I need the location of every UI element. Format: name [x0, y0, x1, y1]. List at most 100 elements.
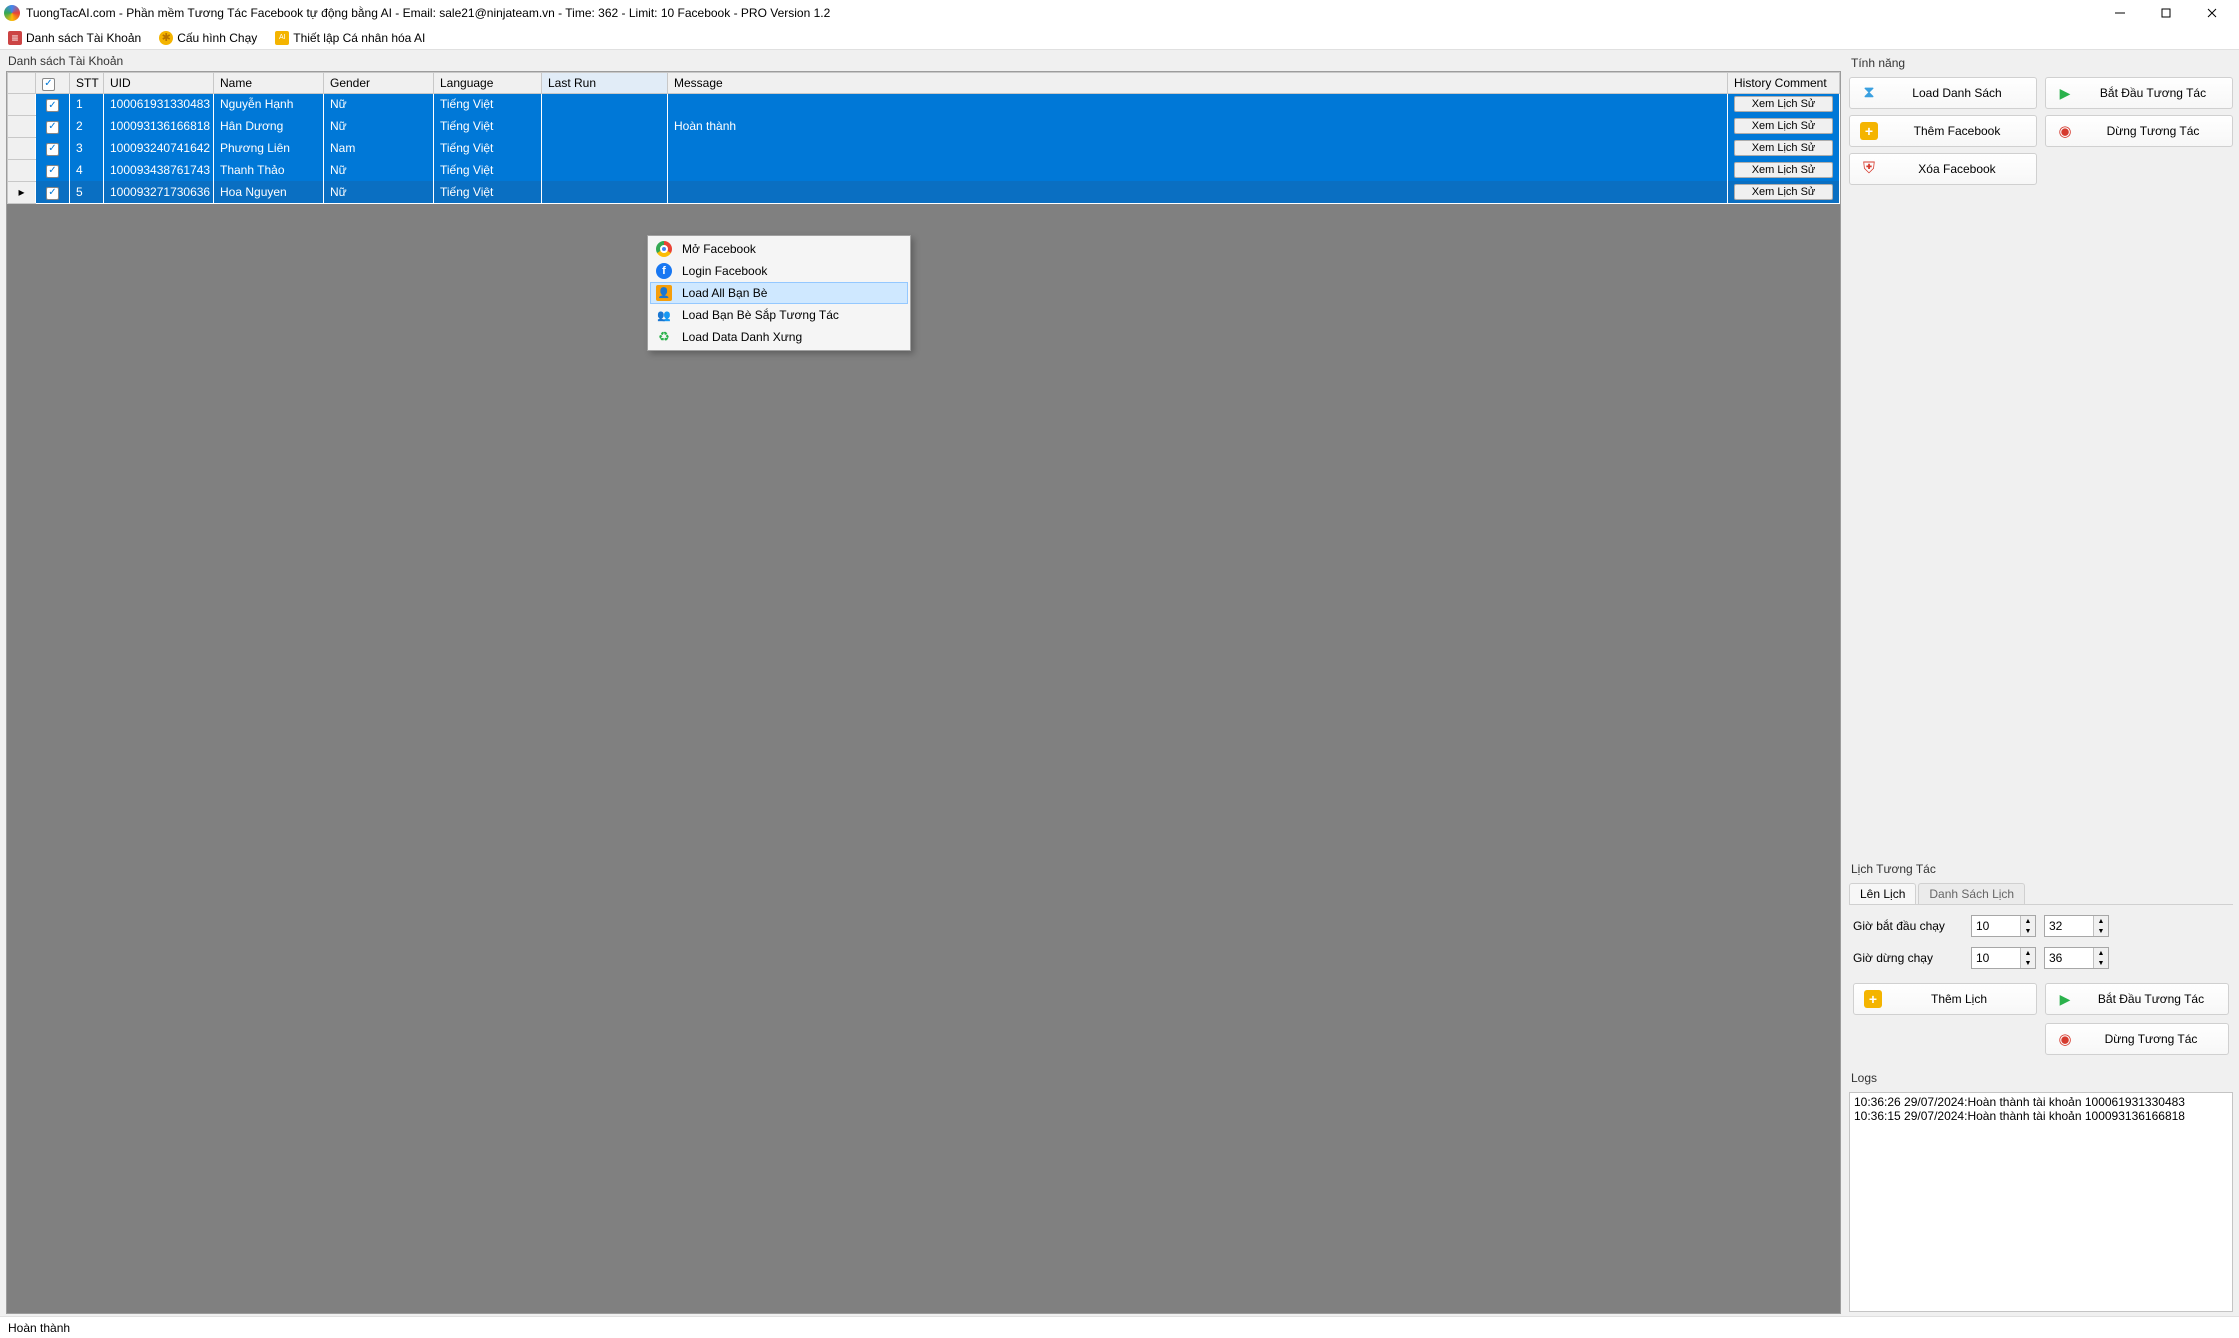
cell-stt: 5 [70, 181, 104, 203]
col-uid[interactable]: UID [104, 73, 214, 94]
view-history-button[interactable]: Xem Lịch Sử [1734, 118, 1833, 134]
row-checkbox[interactable] [46, 121, 59, 134]
start-minute-spinner[interactable]: ▲▼ [2044, 915, 2109, 937]
col-last-run[interactable]: Last Run [542, 73, 668, 94]
cell-history: Xem Lịch Sử [1728, 115, 1840, 137]
col-history[interactable]: History Comment [1728, 73, 1840, 94]
schedule-start-button[interactable]: Bắt Đầu Tương Tác [2045, 983, 2229, 1015]
row-checkbox-cell[interactable] [36, 181, 70, 203]
row-indicator: ▸ [8, 181, 36, 203]
load-list-label: Load Danh Sách [1888, 86, 2026, 100]
status-text: Hoàn thành [8, 1321, 70, 1335]
toolbar-run-config[interactable]: Cấu hình Chạy [155, 29, 261, 47]
row-checkbox[interactable] [46, 165, 59, 178]
col-message[interactable]: Message [668, 73, 1728, 94]
view-history-button[interactable]: Xem Lịch Sử [1734, 184, 1833, 200]
col-language[interactable]: Language [434, 73, 542, 94]
ctx-open-facebook[interactable]: Mở Facebook [650, 238, 908, 260]
view-history-button[interactable]: Xem Lịch Sử [1734, 140, 1833, 156]
schedule-stop-label: Dừng Tương Tác [2084, 1032, 2218, 1046]
tab-schedule-list[interactable]: Danh Sách Lịch [1918, 883, 2025, 904]
stop-hour-input[interactable] [1972, 951, 2020, 965]
accounts-grid[interactable]: STT UID Name Gender Language Last Run Me… [6, 71, 1841, 1314]
stop-hour-up[interactable]: ▲ [2021, 948, 2035, 958]
ctx-load-soon-friends[interactable]: Load Bạn Bè Sắp Tương Tác [650, 304, 908, 326]
chrome-icon [656, 241, 672, 257]
ctx-login-facebook[interactable]: Login Facebook [650, 260, 908, 282]
delete-facebook-button[interactable]: Xóa Facebook [1849, 153, 2037, 185]
table-row[interactable]: 1100061931330483Nguyễn HạnhNữTiếng ViệtX… [8, 93, 1840, 115]
start-hour-up[interactable]: ▲ [2021, 916, 2035, 926]
row-checkbox-cell[interactable] [36, 115, 70, 137]
cell-language: Tiếng Việt [434, 137, 542, 159]
row-checkbox[interactable] [46, 187, 59, 200]
add-facebook-button[interactable]: Thêm Facebook [1849, 115, 2037, 147]
cell-gender: Nữ [324, 159, 434, 181]
stop-hour-down[interactable]: ▼ [2021, 958, 2035, 968]
tab-schedule[interactable]: Lên Lịch [1849, 883, 1916, 904]
view-history-button[interactable]: Xem Lịch Sử [1734, 96, 1833, 112]
stop-minute-spinner[interactable]: ▲▼ [2044, 947, 2109, 969]
list-icon [8, 31, 22, 45]
stop-hour-spinner[interactable]: ▲▼ [1971, 947, 2036, 969]
stop-minute-down[interactable]: ▼ [2094, 958, 2108, 968]
row-indicator [8, 159, 36, 181]
table-row[interactable]: 3100093240741642Phương LiênNamTiếng Việt… [8, 137, 1840, 159]
cell-uid: 100061931330483 [104, 93, 214, 115]
col-stt[interactable]: STT [70, 73, 104, 94]
stop-minute-input[interactable] [2045, 951, 2093, 965]
toolbar-accounts[interactable]: Danh sách Tài Khoản [4, 29, 145, 47]
add-schedule-button[interactable]: Thêm Lịch [1853, 983, 2037, 1015]
stop-icon [2056, 1030, 2074, 1048]
stop-time-label: Giờ dừng chạy [1853, 951, 1963, 965]
maximize-button[interactable] [2143, 0, 2189, 26]
cell-message [668, 137, 1728, 159]
refresh-icon [656, 329, 672, 345]
row-checkbox-cell[interactable] [36, 137, 70, 159]
start-hour-spinner[interactable]: ▲▼ [1971, 915, 2036, 937]
row-checkbox[interactable] [46, 143, 59, 156]
table-row[interactable]: ▸5100093271730636Hoa NguyenNữTiếng ViệtX… [8, 181, 1840, 203]
col-gender[interactable]: Gender [324, 73, 434, 94]
delete-facebook-label: Xóa Facebook [1888, 162, 2026, 176]
play-icon [2056, 84, 2074, 102]
start-interaction-button[interactable]: Bắt Đầu Tương Tác [2045, 77, 2233, 109]
features-label: Tính năng [1849, 54, 2233, 73]
header-checkbox[interactable] [42, 78, 55, 91]
cell-uid: 100093271730636 [104, 181, 214, 203]
cell-language: Tiếng Việt [434, 181, 542, 203]
toolbar-ai-personal[interactable]: Thiết lập Cá nhân hóa AI [271, 29, 429, 47]
gear-icon [159, 31, 173, 45]
accounts-section-label: Danh sách Tài Khoản [6, 52, 1841, 71]
table-row[interactable]: 2100093136166818Hân DươngNữTiếng ViệtHoà… [8, 115, 1840, 137]
stop-icon [2056, 122, 2074, 140]
row-indicator [8, 93, 36, 115]
start-minute-down[interactable]: ▼ [2094, 926, 2108, 936]
cell-name: Thanh Thảo [214, 159, 324, 181]
ctx-load-all-friends[interactable]: Load All Bạn Bè [650, 282, 908, 304]
load-list-button[interactable]: Load Danh Sách [1849, 77, 2037, 109]
row-checkbox-cell[interactable] [36, 93, 70, 115]
view-history-button[interactable]: Xem Lịch Sử [1734, 162, 1833, 178]
table-row[interactable]: 4100093438761743Thanh ThảoNữTiếng ViệtXe… [8, 159, 1840, 181]
start-hour-input[interactable] [1972, 919, 2020, 933]
cell-gender: Nữ [324, 115, 434, 137]
close-button[interactable] [2189, 0, 2235, 26]
col-name[interactable]: Name [214, 73, 324, 94]
row-checkbox-cell[interactable] [36, 159, 70, 181]
schedule-stop-button[interactable]: Dừng Tương Tác [2045, 1023, 2229, 1055]
start-minute-input[interactable] [2045, 919, 2093, 933]
start-minute-up[interactable]: ▲ [2094, 916, 2108, 926]
col-checkbox[interactable] [36, 73, 70, 94]
stop-interaction-button[interactable]: Dừng Tương Tác [2045, 115, 2233, 147]
add-schedule-label: Thêm Lịch [1892, 992, 2026, 1006]
minimize-button[interactable] [2097, 0, 2143, 26]
hourglass-icon [1860, 84, 1878, 102]
row-checkbox[interactable] [46, 99, 59, 112]
ctx-load-pronoun-data[interactable]: Load Data Danh Xưng [650, 326, 908, 348]
logs-box[interactable]: 10:36:26 29/07/2024:Hoàn thành tài khoản… [1849, 1092, 2233, 1312]
start-hour-down[interactable]: ▼ [2021, 926, 2035, 936]
cell-uid: 100093438761743 [104, 159, 214, 181]
stop-minute-up[interactable]: ▲ [2094, 948, 2108, 958]
cell-message [668, 181, 1728, 203]
